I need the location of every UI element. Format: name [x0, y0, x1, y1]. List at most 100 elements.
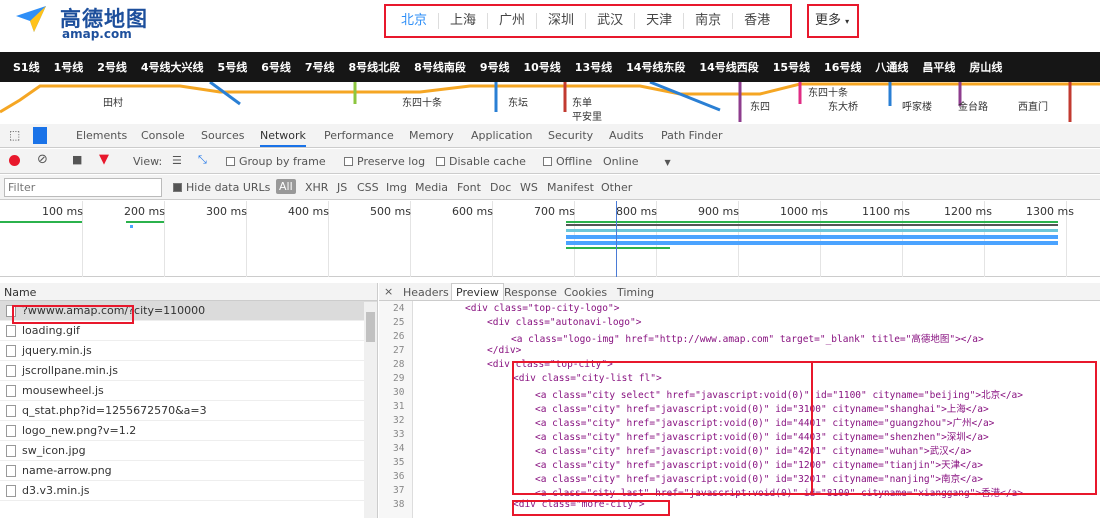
city-shenzhen[interactable]: 深圳: [537, 13, 587, 29]
tab-security[interactable]: Security: [548, 129, 593, 142]
request-row[interactable]: d3.v3.min.js: [0, 481, 377, 501]
group-by-frame-checkbox[interactable]: Group by frame: [226, 155, 326, 168]
station-label[interactable]: 东四十条: [808, 84, 848, 99]
city-guangzhou[interactable]: 广州: [488, 13, 538, 29]
disable-cache-checkbox[interactable]: Disable cache: [436, 155, 526, 168]
tab-headers[interactable]: Headers: [403, 286, 449, 299]
subway-line-item[interactable]: 13号线: [568, 59, 619, 75]
filter-type-css[interactable]: CSS: [357, 181, 379, 194]
city-hongkong[interactable]: 香港: [733, 13, 781, 29]
request-row[interactable]: mousewheel.js: [0, 381, 377, 401]
filter-type-ws[interactable]: WS: [520, 181, 538, 194]
filter-icon[interactable]: ▼: [99, 152, 109, 167]
subway-line-item[interactable]: 14号线东段: [619, 59, 692, 75]
subway-line-item[interactable]: 4号线大兴线: [134, 59, 211, 75]
subway-line-item[interactable]: 5号线: [211, 59, 255, 75]
request-row[interactable]: q_stat.php?id=1255672570&a=3: [0, 401, 377, 421]
station-label[interactable]: 西直门: [1018, 98, 1048, 113]
inspect-icon[interactable]: ⬚: [9, 128, 20, 142]
timeline-overview[interactable]: 100 ms 200 ms 300 ms 400 ms 500 ms 600 ms 700 …: [0, 201, 1100, 277]
request-list-scrollbar[interactable]: [364, 302, 377, 518]
subway-line-item[interactable]: 8号线北段: [342, 59, 408, 75]
subway-line-item[interactable]: 7号线: [298, 59, 342, 75]
subway-line-item[interactable]: 8号线南段: [407, 59, 473, 75]
tab-console[interactable]: Console: [141, 129, 185, 142]
station-label[interactable]: 东四: [750, 98, 770, 113]
filter-type-img[interactable]: Img: [386, 181, 407, 194]
request-row[interactable]: jscrollpane.min.js: [0, 361, 377, 381]
offline-checkbox[interactable]: Offline: [543, 155, 592, 168]
more-cities-button[interactable]: 更多 ▾: [807, 4, 859, 38]
subway-line-item[interactable]: 2号线: [90, 59, 134, 75]
subway-line-item[interactable]: 6号线: [254, 59, 298, 75]
line-number: 38: [393, 499, 405, 510]
preview-tabbar: × Headers Preview Response Cookies Timin…: [379, 283, 1100, 301]
subway-line-item[interactable]: 房山线: [962, 59, 1009, 75]
filter-type-media[interactable]: Media: [415, 181, 448, 194]
subway-line-item[interactable]: 1号线: [47, 59, 91, 75]
camera-icon[interactable]: ■: [72, 153, 82, 166]
request-list-header[interactable]: Name: [0, 283, 377, 301]
station-label[interactable]: 东四十条: [402, 94, 442, 109]
filter-all-button[interactable]: All: [276, 179, 296, 194]
city-tianjin[interactable]: 天津: [635, 13, 685, 29]
large-rows-icon[interactable]: ☰: [172, 154, 182, 167]
highlight-box: [512, 361, 813, 495]
site-header: 高德地图 amap.com 北京 上海 广州 深圳 武汉 天津 南京 香港 更多…: [0, 0, 1100, 52]
tab-response[interactable]: Response: [504, 286, 557, 299]
station-label[interactable]: 平安里: [572, 108, 602, 122]
request-row[interactable]: loading.gif: [0, 321, 377, 341]
station-label[interactable]: 东大桥: [828, 98, 858, 113]
close-icon[interactable]: ×: [384, 285, 393, 298]
subway-line-item[interactable]: 9号线: [473, 59, 517, 75]
subway-line-item[interactable]: 14号线西段: [692, 59, 765, 75]
request-row[interactable]: logo_new.png?v=1.2: [0, 421, 377, 441]
city-beijing[interactable]: 北京: [390, 13, 440, 29]
tab-audits[interactable]: Audits: [609, 129, 644, 142]
filter-input[interactable]: [4, 178, 162, 197]
tab-cookies[interactable]: Cookies: [564, 286, 607, 299]
clear-icon[interactable]: ⊘: [37, 152, 48, 167]
request-row[interactable]: sw_icon.jpg: [0, 441, 377, 461]
preserve-log-checkbox[interactable]: Preserve log: [344, 155, 425, 168]
tab-memory[interactable]: Memory: [409, 129, 454, 142]
subway-line-item[interactable]: 15号线: [766, 59, 817, 75]
filter-type-js[interactable]: JS: [337, 181, 347, 194]
hide-data-urls-checkbox[interactable]: Hide data URLs: [173, 181, 270, 194]
subway-line-item[interactable]: S1线: [6, 59, 47, 75]
subway-line-item[interactable]: 16号线: [817, 59, 868, 75]
scrollbar-thumb[interactable]: [366, 312, 375, 342]
tab-elements[interactable]: Elements: [76, 129, 127, 142]
tab-performance[interactable]: Performance: [324, 129, 394, 142]
station-label[interactable]: 东坛: [508, 94, 528, 109]
subway-line-item[interactable]: 昌平线: [915, 59, 962, 75]
tab-sources[interactable]: Sources: [201, 129, 245, 142]
station-label[interactable]: 呼家楼: [902, 98, 932, 113]
record-icon[interactable]: [9, 155, 20, 166]
tab-preview[interactable]: Preview: [451, 283, 504, 300]
city-wuhan[interactable]: 武汉: [586, 13, 636, 29]
station-label[interactable]: 东单: [572, 94, 592, 109]
filter-type-other[interactable]: Other: [601, 181, 632, 194]
subway-line-item[interactable]: 10号线: [516, 59, 567, 75]
filter-type-doc[interactable]: Doc: [490, 181, 511, 194]
tab-application[interactable]: Application: [471, 129, 532, 142]
logo-icon[interactable]: [14, 4, 48, 34]
request-row[interactable]: name-arrow.png: [0, 461, 377, 481]
overview-icon[interactable]: ⤡: [198, 153, 207, 167]
throttle-select[interactable]: Online ▼: [603, 155, 671, 168]
filter-type-manifest[interactable]: Manifest: [547, 181, 594, 194]
filter-type-xhr[interactable]: XHR: [305, 181, 328, 194]
city-nanjing[interactable]: 南京: [684, 13, 734, 29]
request-row[interactable]: jquery.min.js: [0, 341, 377, 361]
tab-timing[interactable]: Timing: [617, 286, 654, 299]
network-toolbar: ⊘ ■ ▼ View: ☰ ⤡ Group by frame Preserve …: [0, 149, 1100, 174]
city-shanghai[interactable]: 上海: [439, 13, 489, 29]
subway-line-item[interactable]: 八通线: [868, 59, 915, 75]
device-toggle-icon[interactable]: [33, 127, 47, 144]
tab-network[interactable]: Network: [260, 129, 306, 147]
filter-type-font[interactable]: Font: [457, 181, 481, 194]
station-label[interactable]: 田村: [103, 94, 123, 109]
tab-path-finder[interactable]: Path Finder: [661, 129, 723, 142]
station-label[interactable]: 金台路: [958, 98, 988, 113]
